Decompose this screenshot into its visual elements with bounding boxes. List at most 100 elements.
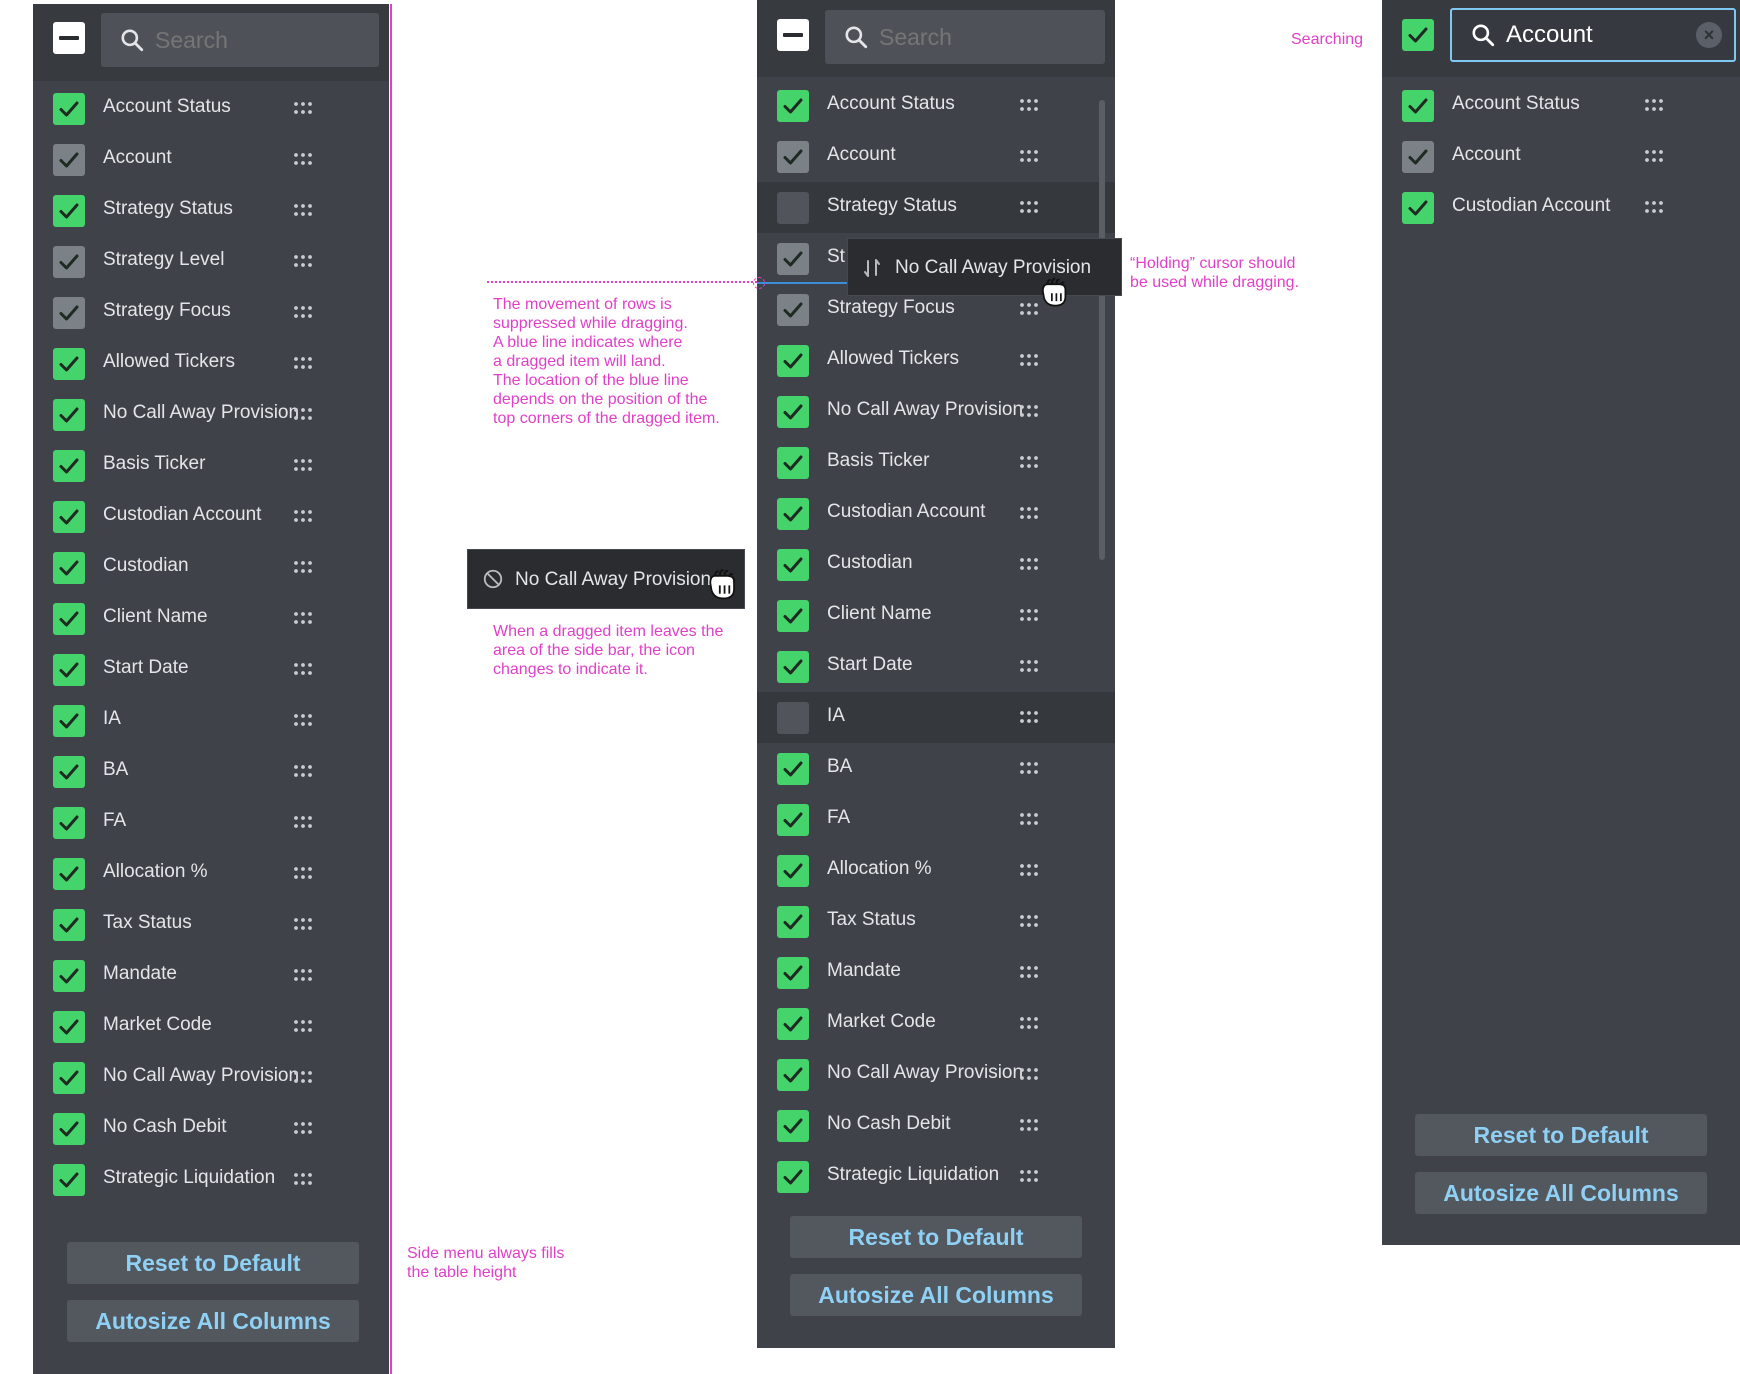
search-box[interactable] bbox=[825, 10, 1105, 64]
column-row[interactable]: Strategy Level bbox=[33, 236, 389, 287]
column-row[interactable]: No Cash Debit bbox=[33, 1103, 389, 1154]
grip-icon[interactable] bbox=[1019, 607, 1039, 623]
grip-icon[interactable] bbox=[1019, 199, 1039, 215]
autosize-all-columns-button[interactable]: Autosize All Columns bbox=[67, 1300, 359, 1342]
column-row[interactable]: Account Status bbox=[757, 80, 1115, 131]
column-row[interactable]: No Call Away Provision bbox=[757, 1049, 1115, 1100]
column-checkbox[interactable] bbox=[777, 651, 809, 683]
column-row[interactable]: Account bbox=[757, 131, 1115, 182]
column-checkbox[interactable] bbox=[53, 807, 85, 839]
column-row[interactable]: Custodian Account bbox=[757, 488, 1115, 539]
select-all-checkbox[interactable] bbox=[777, 19, 809, 51]
grip-icon[interactable] bbox=[293, 916, 313, 932]
grip-icon[interactable] bbox=[293, 610, 313, 626]
column-row[interactable]: Custodian bbox=[33, 542, 389, 593]
grip-icon[interactable] bbox=[293, 304, 313, 320]
grip-icon[interactable] bbox=[1019, 556, 1039, 572]
column-checkbox[interactable] bbox=[53, 297, 85, 329]
column-checkbox[interactable] bbox=[777, 90, 809, 122]
column-row[interactable]: Strategic Liquidation bbox=[33, 1154, 389, 1205]
column-row[interactable]: Account bbox=[1382, 131, 1740, 182]
grip-icon[interactable] bbox=[293, 1018, 313, 1034]
search-box[interactable] bbox=[101, 13, 379, 67]
column-checkbox[interactable] bbox=[777, 1161, 809, 1193]
column-row[interactable]: IA bbox=[33, 695, 389, 746]
grip-icon[interactable] bbox=[1019, 964, 1039, 980]
grip-icon[interactable] bbox=[293, 763, 313, 779]
column-checkbox[interactable] bbox=[53, 246, 85, 278]
column-checkbox[interactable] bbox=[53, 450, 85, 482]
grip-icon[interactable] bbox=[1019, 811, 1039, 827]
column-row[interactable]: No Call Away Provision bbox=[757, 386, 1115, 437]
column-row[interactable]: Tax Status bbox=[757, 896, 1115, 947]
column-row[interactable]: Basis Ticker bbox=[33, 440, 389, 491]
column-checkbox[interactable] bbox=[777, 345, 809, 377]
column-checkbox[interactable] bbox=[777, 498, 809, 530]
column-row[interactable]: Custodian Account bbox=[1382, 182, 1740, 233]
column-row[interactable]: Mandate bbox=[757, 947, 1115, 998]
column-checkbox[interactable] bbox=[53, 1164, 85, 1196]
column-checkbox[interactable] bbox=[53, 1062, 85, 1094]
autosize-all-columns-button[interactable]: Autosize All Columns bbox=[790, 1274, 1082, 1316]
column-checkbox[interactable] bbox=[1402, 141, 1434, 173]
column-row[interactable]: Basis Ticker bbox=[757, 437, 1115, 488]
column-checkbox[interactable] bbox=[53, 552, 85, 584]
column-row[interactable]: Strategy Focus bbox=[33, 287, 389, 338]
grip-icon[interactable] bbox=[1644, 199, 1664, 215]
grip-icon[interactable] bbox=[293, 508, 313, 524]
column-row[interactable]: IA bbox=[757, 692, 1115, 743]
column-checkbox[interactable] bbox=[777, 141, 809, 173]
column-checkbox[interactable] bbox=[53, 501, 85, 533]
grip-icon[interactable] bbox=[1019, 1066, 1039, 1082]
grip-icon[interactable] bbox=[293, 457, 313, 473]
column-row[interactable]: Market Code bbox=[757, 998, 1115, 1049]
grip-icon[interactable] bbox=[293, 202, 313, 218]
column-checkbox[interactable] bbox=[53, 705, 85, 737]
column-row[interactable]: Account Status bbox=[33, 83, 389, 134]
select-all-checkbox[interactable] bbox=[53, 22, 85, 54]
column-checkbox[interactable] bbox=[777, 192, 809, 224]
column-row[interactable]: Start Date bbox=[33, 644, 389, 695]
column-checkbox[interactable] bbox=[53, 756, 85, 788]
column-checkbox[interactable] bbox=[53, 348, 85, 380]
dragged-item-outside[interactable]: No Call Away Provision bbox=[467, 549, 745, 609]
column-row[interactable]: No Call Away Provision bbox=[33, 1052, 389, 1103]
column-row[interactable]: BA bbox=[757, 743, 1115, 794]
grip-icon[interactable] bbox=[293, 355, 313, 371]
column-checkbox[interactable] bbox=[53, 654, 85, 686]
grip-icon[interactable] bbox=[1019, 148, 1039, 164]
reset-to-default-button[interactable]: Reset to Default bbox=[1415, 1114, 1707, 1156]
grip-icon[interactable] bbox=[1019, 760, 1039, 776]
column-row[interactable]: Allocation % bbox=[33, 848, 389, 899]
column-row[interactable]: Account Status bbox=[1382, 80, 1740, 131]
column-row[interactable]: Market Code bbox=[33, 1001, 389, 1052]
grip-icon[interactable] bbox=[1019, 352, 1039, 368]
search-input[interactable] bbox=[1504, 20, 1708, 50]
column-checkbox[interactable] bbox=[777, 1059, 809, 1091]
clear-icon[interactable]: × bbox=[1696, 22, 1722, 48]
grip-icon[interactable] bbox=[1644, 148, 1664, 164]
column-row[interactable]: Client Name bbox=[757, 590, 1115, 641]
column-checkbox[interactable] bbox=[53, 960, 85, 992]
reset-to-default-button[interactable]: Reset to Default bbox=[790, 1216, 1082, 1258]
column-checkbox[interactable] bbox=[777, 447, 809, 479]
column-checkbox[interactable] bbox=[777, 549, 809, 581]
grip-icon[interactable] bbox=[1019, 658, 1039, 674]
column-checkbox[interactable] bbox=[777, 855, 809, 887]
scrollbar[interactable] bbox=[1099, 100, 1105, 560]
grip-icon[interactable] bbox=[293, 661, 313, 677]
column-row[interactable]: Strategy Status bbox=[33, 185, 389, 236]
grip-icon[interactable] bbox=[293, 1171, 313, 1187]
grip-icon[interactable] bbox=[293, 865, 313, 881]
column-checkbox[interactable] bbox=[777, 804, 809, 836]
grip-icon[interactable] bbox=[1019, 1015, 1039, 1031]
column-row[interactable]: Client Name bbox=[33, 593, 389, 644]
grip-icon[interactable] bbox=[1019, 1168, 1039, 1184]
grip-icon[interactable] bbox=[293, 559, 313, 575]
column-row[interactable]: Allowed Tickers bbox=[33, 338, 389, 389]
column-row[interactable]: Account bbox=[33, 134, 389, 185]
grip-icon[interactable] bbox=[1019, 97, 1039, 113]
grip-icon[interactable] bbox=[1019, 913, 1039, 929]
column-row[interactable]: No Call Away Provision bbox=[33, 389, 389, 440]
grip-icon[interactable] bbox=[293, 100, 313, 116]
